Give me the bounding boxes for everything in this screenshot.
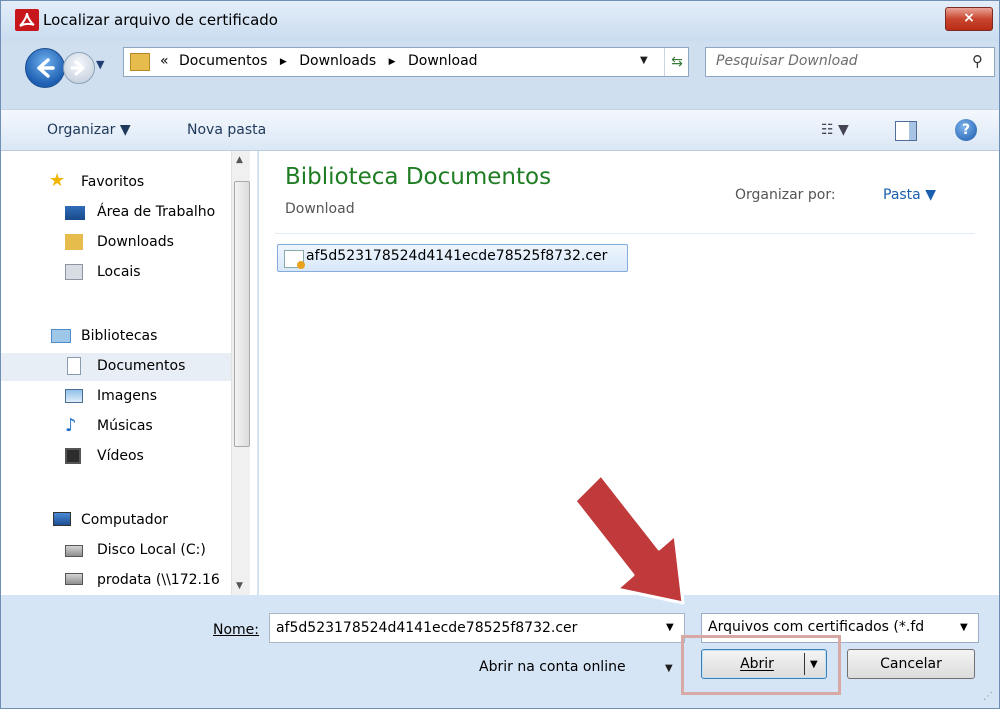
- nav-label: Documentos: [97, 358, 186, 374]
- star-icon: ★: [49, 170, 66, 191]
- file-name-value: af5d523178524d4141ecde78525f8732.cer: [276, 620, 578, 636]
- cancel-button[interactable]: Cancelar: [847, 649, 975, 679]
- video-icon: [65, 448, 81, 464]
- nav-item-desktop[interactable]: Área de Trabalho: [1, 199, 233, 227]
- adobe-acrobat-icon: [15, 9, 39, 31]
- breadcrumb-separator-icon[interactable]: ▶: [389, 57, 396, 67]
- images-icon: [65, 389, 83, 403]
- scroll-up-icon[interactable]: ▲: [236, 155, 243, 165]
- nav-item-network-drive[interactable]: prodata (\\172.16: [1, 567, 233, 595]
- file-type-value: Arquivos com certificados (*.fd: [708, 619, 925, 635]
- address-dropdown-icon[interactable]: ▼: [640, 55, 648, 66]
- breadcrumb: « Documentos ▶ Downloads ▶ Download: [160, 53, 478, 69]
- breadcrumb-separator-icon[interactable]: ▶: [280, 57, 287, 67]
- split-divider: [804, 653, 805, 675]
- nav-item-locais[interactable]: Locais: [1, 259, 233, 287]
- refresh-icon[interactable]: ⇆: [664, 48, 689, 76]
- close-button[interactable]: ×: [945, 7, 993, 31]
- nav-item-disco-local[interactable]: Disco Local (C:): [1, 537, 233, 565]
- chevron-down-icon[interactable]: ▼: [960, 622, 968, 633]
- organize-button[interactable]: Organizar ▼: [47, 122, 131, 138]
- pointer-arrow-icon: [573, 473, 685, 605]
- help-icon[interactable]: ?: [955, 119, 977, 141]
- breadcrumb-overflow[interactable]: «: [160, 53, 169, 69]
- desktop-icon: [65, 206, 85, 220]
- nav-pane-scrollbar[interactable]: ▲ ▼: [231, 151, 250, 595]
- resize-grip-icon[interactable]: ⋰: [983, 691, 993, 702]
- views-button[interactable]: ☷ ▼: [821, 122, 849, 138]
- nav-label: Bibliotecas: [81, 328, 158, 344]
- title-bar: Localizar arquivo de certificado ×: [1, 1, 999, 41]
- new-folder-button[interactable]: Nova pasta: [187, 122, 266, 138]
- file-name-label: Nome:: [213, 622, 260, 638]
- scroll-down-icon[interactable]: ▼: [236, 581, 243, 591]
- hard-drive-icon: [65, 545, 83, 557]
- downloads-folder-icon: [65, 234, 83, 250]
- library-subtitle: Download: [285, 201, 355, 217]
- places-icon: [65, 264, 83, 280]
- search-icon[interactable]: ⚲: [972, 52, 983, 70]
- arrow-right-icon: [70, 60, 85, 76]
- open-button[interactable]: Abrir ▼: [701, 649, 827, 679]
- search-input[interactable]: Pesquisar Download ⚲: [705, 47, 995, 77]
- chevron-down-icon[interactable]: ▼: [665, 663, 673, 674]
- search-placeholder: Pesquisar Download: [716, 53, 858, 69]
- folder-icon: [130, 53, 150, 71]
- nav-label: Downloads: [97, 234, 174, 250]
- file-name-input[interactable]: af5d523178524d4141ecde78525f8732.cer ▼: [269, 613, 685, 643]
- nav-item-bibliotecas[interactable]: Bibliotecas: [1, 323, 233, 351]
- nav-label: Favoritos: [81, 174, 145, 190]
- nav-label: Músicas: [97, 418, 153, 434]
- file-name: af5d523178524d4141ecde78525f8732.cer: [306, 248, 608, 264]
- history-dropdown-icon[interactable]: ▼: [96, 58, 104, 71]
- arrange-by-label: Organizar por:: [735, 187, 836, 203]
- arrow-left-icon: [37, 58, 55, 78]
- nav-item-favoritos[interactable]: ★ Favoritos: [1, 169, 233, 197]
- nav-item-computador[interactable]: Computador: [1, 507, 233, 535]
- library-title: Biblioteca Documentos: [285, 164, 552, 190]
- window-title: Localizar arquivo de certificado: [43, 11, 278, 29]
- certificate-file-icon: [284, 250, 305, 269]
- nav-label: Computador: [81, 512, 169, 528]
- nav-label: prodata (\\172.16: [97, 572, 220, 588]
- chevron-down-icon[interactable]: ▼: [810, 650, 818, 679]
- file-open-dialog: Localizar arquivo de certificado × ▼ « D…: [0, 0, 1000, 709]
- nav-item-downloads[interactable]: Downloads: [1, 229, 233, 257]
- chevron-down-icon[interactable]: ▼: [666, 622, 674, 633]
- nav-label: Imagens: [97, 388, 158, 404]
- forward-button[interactable]: [63, 52, 95, 84]
- back-button[interactable]: [25, 48, 65, 88]
- network-drive-icon: [65, 573, 83, 585]
- arrange-by-dropdown[interactable]: Pasta ▼: [883, 187, 936, 203]
- open-button-label: Abrir: [740, 656, 774, 672]
- scroll-thumb[interactable]: [234, 181, 250, 447]
- breadcrumb-item-downloads[interactable]: Downloads: [299, 53, 376, 69]
- nav-label: Área de Trabalho: [97, 204, 216, 220]
- nav-item-imagens[interactable]: Imagens: [1, 383, 233, 411]
- libraries-icon: [51, 329, 71, 343]
- dialog-footer: Nome: af5d523178524d4141ecde78525f8732.c…: [1, 595, 999, 708]
- nav-label: Disco Local (C:): [97, 542, 206, 558]
- nav-label: Locais: [97, 264, 141, 280]
- open-online-button[interactable]: Abrir na conta online: [479, 659, 626, 675]
- breadcrumb-item-download[interactable]: Download: [408, 53, 478, 69]
- navigation-pane: ★ Favoritos Área de Trabalho Downloads L…: [1, 151, 258, 595]
- list-item[interactable]: af5d523178524d4141ecde78525f8732.cer: [277, 244, 628, 272]
- toolbar: Organizar ▼ Nova pasta ☷ ▼ ?: [1, 109, 999, 151]
- computer-icon: [53, 512, 71, 526]
- nav-item-videos[interactable]: Vídeos: [1, 443, 233, 471]
- breadcrumb-item-documentos[interactable]: Documentos: [179, 53, 267, 69]
- preview-pane-icon[interactable]: [895, 121, 917, 141]
- address-bar[interactable]: « Documentos ▶ Downloads ▶ Download ▼ ⇆: [123, 47, 689, 77]
- divider: [275, 233, 975, 234]
- nav-item-documentos[interactable]: Documentos: [1, 353, 233, 381]
- music-note-icon: ♪: [65, 415, 77, 436]
- nav-label: Vídeos: [97, 448, 144, 464]
- nav-item-musicas[interactable]: ♪ Músicas: [1, 413, 233, 441]
- document-icon: [67, 357, 81, 375]
